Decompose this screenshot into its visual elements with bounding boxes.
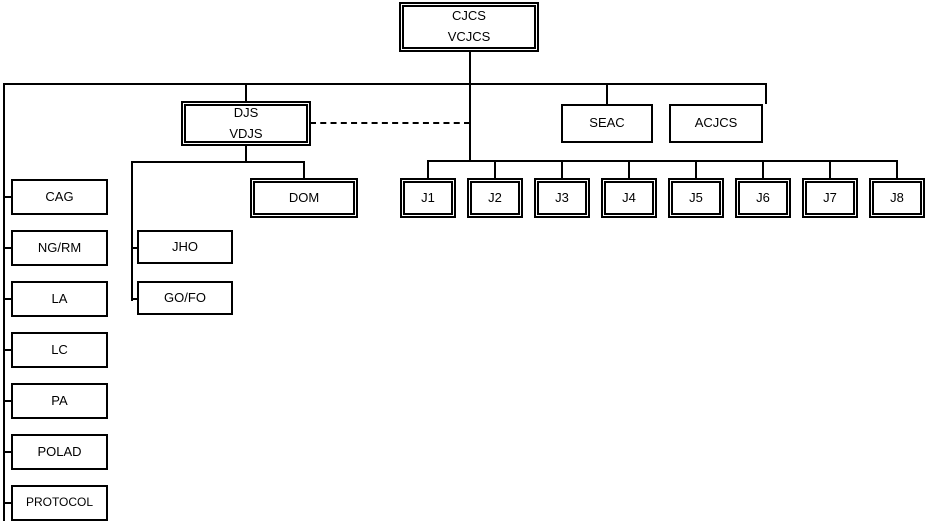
box-j2[interactable]: J2 [470, 181, 520, 215]
box-pa-label: PA [51, 392, 68, 408]
box-cjcs-line2: VCJCS [447, 29, 491, 44]
box-jho[interactable]: JHO [137, 230, 233, 264]
connector-acjcs-drop [765, 83, 767, 104]
connector-drop-j5 [695, 160, 697, 182]
connector-drop-j1 [427, 160, 429, 182]
connector-drop-j8 [896, 160, 898, 182]
box-la[interactable]: LA [11, 281, 108, 317]
connector-main-bus [3, 83, 767, 85]
connector-djs-sub-bus [131, 161, 305, 163]
connector-djs-drop [245, 83, 247, 104]
box-j3-label: J3 [555, 189, 569, 205]
box-j4[interactable]: J4 [604, 181, 654, 215]
box-j1-label: J1 [421, 189, 435, 205]
box-dom-label: DOM [288, 189, 320, 205]
connector-cjcs-trunk [469, 48, 471, 162]
box-lc-label: LC [51, 341, 68, 357]
box-j7[interactable]: J7 [805, 181, 855, 215]
box-j6[interactable]: J6 [738, 181, 788, 215]
connector-djs-stem [245, 142, 247, 163]
box-jho-label: JHO [172, 238, 198, 254]
connector-special-staff-bus [3, 83, 5, 521]
box-j2-label: J2 [488, 189, 502, 205]
box-cag[interactable]: CAG [11, 179, 108, 215]
box-polad[interactable]: POLAD [11, 434, 108, 470]
box-ngrm-label: NG/RM [37, 239, 82, 255]
box-polad-label: POLAD [37, 443, 82, 459]
box-j6-label: J6 [756, 189, 770, 205]
box-cjcs-line1: CJCS [452, 8, 486, 24]
box-j3[interactable]: J3 [537, 181, 587, 215]
connector-drop-j2 [494, 160, 496, 182]
connector-dom-drop [303, 161, 305, 182]
box-seac[interactable]: SEAC [561, 104, 653, 143]
box-gofo-label: GO/FO [164, 289, 206, 305]
box-acjcs-label: ACJCS [694, 115, 738, 131]
connector-drop-j7 [829, 160, 831, 182]
box-djs[interactable]: DJS VDJS [184, 104, 308, 143]
box-j5[interactable]: J5 [671, 181, 721, 215]
box-la-label: LA [51, 290, 68, 306]
box-djs-line2: VDJS [229, 125, 263, 141]
box-cjcs[interactable]: CJCS VCJCS [402, 5, 536, 49]
box-ngrm[interactable]: NG/RM [11, 230, 108, 266]
box-j7-label: J7 [823, 189, 837, 205]
box-j8[interactable]: J8 [872, 181, 922, 215]
box-acjcs[interactable]: ACJCS [669, 104, 763, 143]
box-j5-label: J5 [689, 189, 703, 205]
box-j1[interactable]: J1 [403, 181, 453, 215]
connector-drop-j6 [762, 160, 764, 182]
box-seac-label: SEAC [589, 115, 625, 131]
connector-seac-drop [606, 83, 608, 104]
box-j4-label: J4 [622, 189, 636, 205]
box-pa[interactable]: PA [11, 383, 108, 419]
box-lc[interactable]: LC [11, 332, 108, 368]
box-protocol-label: PROTOCOL [25, 495, 94, 510]
connector-drop-j3 [561, 160, 563, 182]
box-gofo[interactable]: GO/FO [137, 281, 233, 315]
box-djs-line1: DJS [233, 104, 259, 120]
box-j8-label: J8 [890, 189, 904, 205]
connector-drop-j4 [628, 160, 630, 182]
box-protocol[interactable]: PROTOCOL [11, 485, 108, 521]
box-dom[interactable]: DOM [253, 181, 355, 215]
connector-support-riser [131, 161, 133, 301]
connector-dashed-coordination [310, 122, 470, 124]
box-cag-label: CAG [45, 188, 74, 204]
org-chart: CJCS VCJCS DJS VDJS SEAC ACJCS DOM JHO G… [0, 0, 926, 521]
connector-j-bus [427, 160, 898, 162]
